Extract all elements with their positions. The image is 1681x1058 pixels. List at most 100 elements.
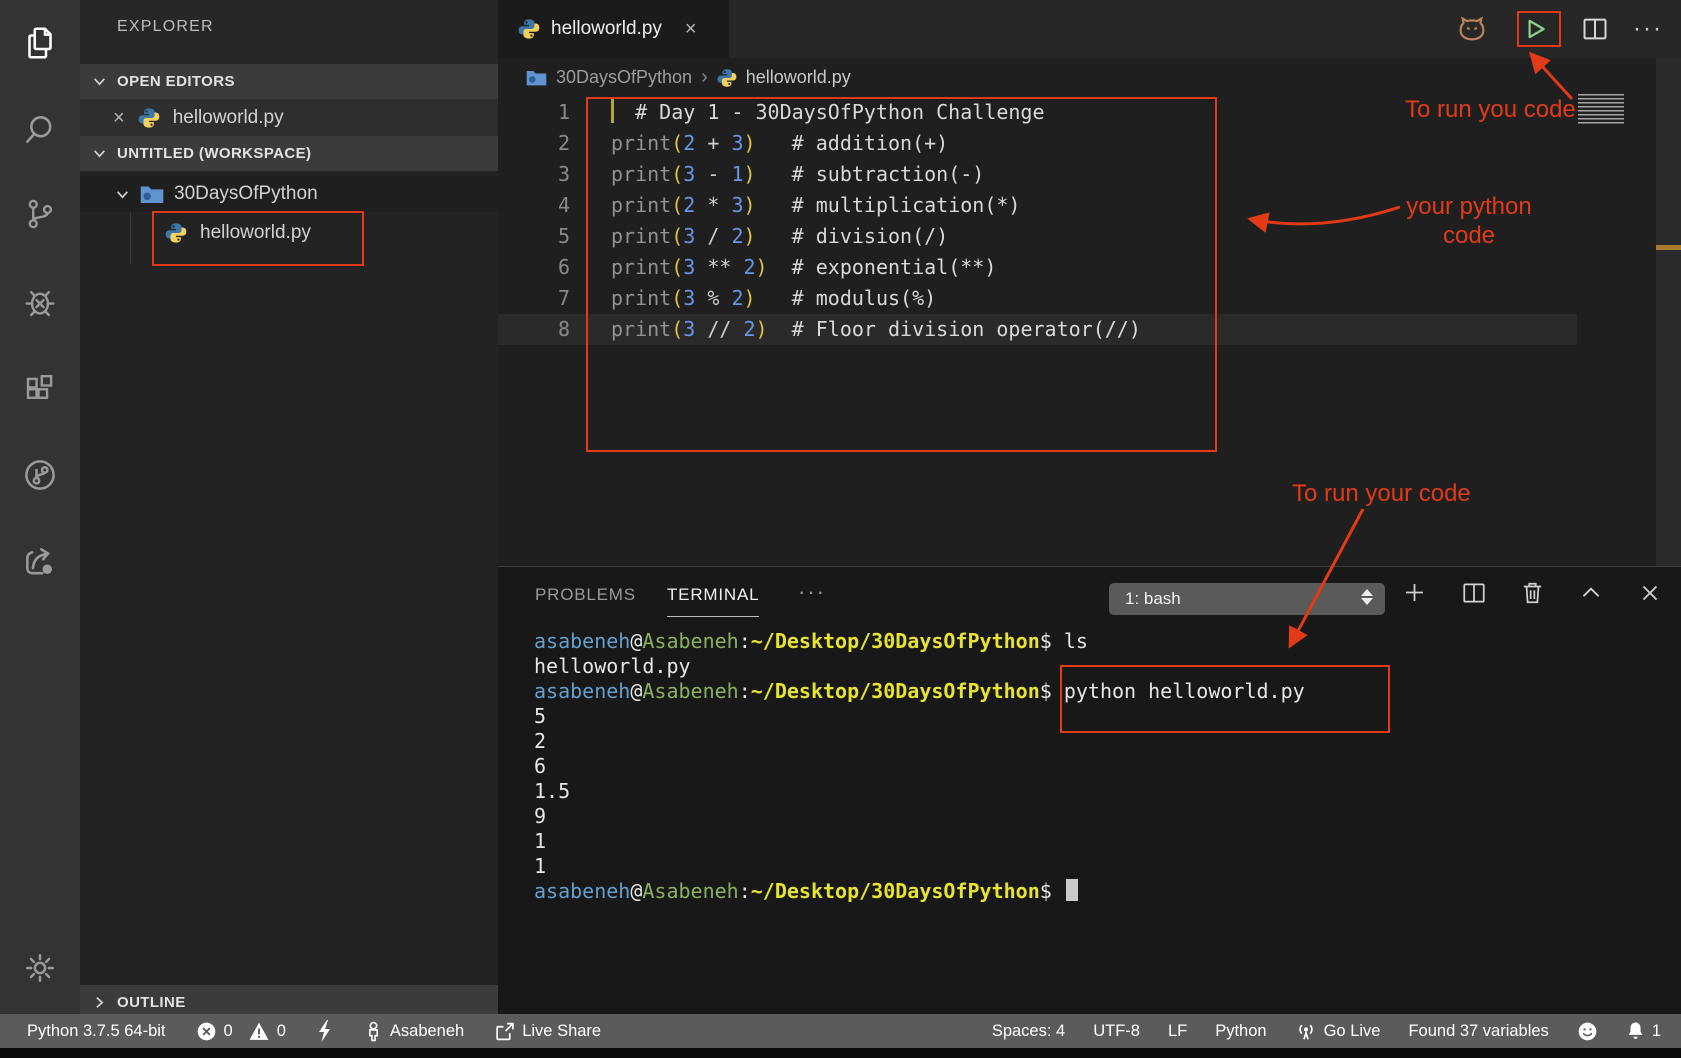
- file-tree: [80, 172, 498, 985]
- close-editor-icon[interactable]: ×: [113, 108, 125, 128]
- line-number: 5: [498, 221, 570, 252]
- terminal-line-3: asabeneh@Asabeneh:~/Desktop/30DaysOfPyth…: [534, 679, 1305, 704]
- source-control-icon[interactable]: [0, 180, 80, 248]
- go-live-item[interactable]: Go Live: [1295, 1020, 1381, 1042]
- code-line-2: 2print(2 + 3) # addition(+): [498, 128, 1577, 159]
- lightning-icon: [316, 1020, 334, 1042]
- person-icon: [364, 1021, 383, 1042]
- terminal-line-4: 5: [534, 704, 1305, 729]
- breadcrumb-file[interactable]: helloworld.py: [746, 67, 851, 88]
- explorer-icon[interactable]: [0, 9, 80, 77]
- code-line-1: 1 # Day 1 - 30DaysOfPython Challenge: [498, 97, 1577, 128]
- new-terminal-icon[interactable]: [1401, 579, 1428, 606]
- chevron-down-icon: [92, 74, 107, 89]
- more-actions-icon[interactable]: ···: [1633, 24, 1663, 34]
- spaces-item[interactable]: Spaces: 4: [992, 1022, 1065, 1041]
- code-line-7: 7print(3 % 2) # modulus(%): [498, 283, 1577, 314]
- terminal-cursor: [1066, 879, 1078, 901]
- history-icon[interactable]: [0, 441, 80, 509]
- error-icon: [196, 1021, 217, 1042]
- split-editor-icon[interactable]: [1581, 16, 1609, 42]
- tab-bar: helloworld.py × ···: [498, 0, 1681, 58]
- chevron-down-icon: [92, 146, 107, 161]
- debug-icon[interactable]: [0, 268, 80, 336]
- kill-terminal-trash-icon[interactable]: [1520, 580, 1545, 606]
- settings-gear-icon[interactable]: [0, 934, 80, 1002]
- tree-file-helloworld[interactable]: helloworld.py: [80, 215, 498, 251]
- workspace-header[interactable]: UNTITLED (WORKSPACE): [80, 136, 498, 171]
- folder-icon: [526, 69, 547, 86]
- terminal-line-11: asabeneh@Asabeneh:~/Desktop/30DaysOfPyth…: [534, 879, 1305, 904]
- extensions-icon[interactable]: [0, 356, 80, 424]
- select-arrows-icon: [1361, 589, 1373, 605]
- smiley-icon: [1577, 1021, 1598, 1042]
- close-panel-icon[interactable]: [1637, 580, 1663, 606]
- breadcrumb: 30DaysOfPython › helloworld.py: [498, 58, 1681, 97]
- live-share-icon: [494, 1021, 515, 1042]
- problems-item[interactable]: 0 0: [196, 1021, 286, 1042]
- open-editor-item-helloworld[interactable]: × helloworld.py: [80, 99, 498, 136]
- line-number: 8: [498, 314, 570, 345]
- python-icon: [518, 18, 540, 40]
- tab-label: helloworld.py: [551, 18, 662, 40]
- bottom-black-strip: [0, 1048, 1681, 1058]
- code-line-3: 3print(3 - 1) # subtraction(-): [498, 159, 1577, 190]
- tab-close-icon[interactable]: ×: [685, 19, 697, 39]
- encoding-item[interactable]: UTF-8: [1093, 1022, 1140, 1041]
- panel-more-icon[interactable]: ···: [798, 579, 826, 605]
- status-bar: Python 3.7.5 64-bit 0 0 Asabeneh Live Sh…: [0, 1014, 1681, 1048]
- tab-helloworld[interactable]: helloworld.py ×: [498, 0, 729, 58]
- tab-problems[interactable]: PROBLEMS: [535, 585, 636, 605]
- activity-bar: [0, 0, 80, 1014]
- run-play-icon: [1522, 16, 1548, 42]
- tab-terminal[interactable]: TERMINAL: [667, 585, 759, 605]
- split-terminal-icon[interactable]: [1461, 581, 1487, 605]
- notifications-item[interactable]: 1: [1626, 1021, 1661, 1042]
- files-icon: [22, 25, 58, 61]
- code-line-4: 4print(2 * 3) # multiplication(*): [498, 190, 1577, 221]
- live-share-item[interactable]: Live Share: [494, 1021, 601, 1042]
- line-number: 7: [498, 283, 570, 314]
- warning-count: 0: [277, 1022, 286, 1041]
- cat-icon[interactable]: [1455, 14, 1489, 44]
- tree-file-label: helloworld.py: [200, 222, 311, 244]
- explorer-sidebar: EXPLORER OPEN EDITORS × helloworld.py UN…: [80, 0, 498, 1014]
- maximize-panel-chevron-icon[interactable]: [1578, 580, 1604, 606]
- python-icon: [138, 107, 160, 129]
- tree-folder-30daysofpython[interactable]: 30DaysOfPython: [80, 176, 498, 212]
- broadcast-icon: [1295, 1020, 1317, 1042]
- chevron-right-icon: [92, 995, 107, 1010]
- bell-icon: [1626, 1021, 1645, 1042]
- terminal-line-2: helloworld.py: [534, 654, 1305, 679]
- account-item[interactable]: Asabeneh: [364, 1021, 464, 1042]
- line-number: 4: [498, 190, 570, 221]
- language-item[interactable]: Python: [1215, 1022, 1266, 1041]
- editor-scrollbar[interactable]: [1656, 58, 1681, 566]
- lightning-item[interactable]: [316, 1020, 334, 1042]
- python-interpreter-item[interactable]: Python 3.7.5 64-bit: [27, 1022, 166, 1041]
- breadcrumb-folder[interactable]: 30DaysOfPython: [556, 67, 692, 88]
- terminal-line-7: 1.5: [534, 779, 1305, 804]
- account-label: Asabeneh: [390, 1022, 464, 1041]
- editor-group: helloworld.py × ···: [498, 0, 1681, 566]
- variables-item[interactable]: Found 37 variables: [1408, 1022, 1548, 1041]
- minimap[interactable]: [1578, 94, 1624, 124]
- terminal-output[interactable]: asabeneh@Asabeneh:~/Desktop/30DaysOfPyth…: [534, 629, 1305, 904]
- code-line-8: 8print(3 // 2) # Floor division operator…: [498, 314, 1577, 345]
- open-editors-header[interactable]: OPEN EDITORS: [80, 64, 498, 99]
- terminal-shell-select[interactable]: 1: bash: [1109, 583, 1385, 615]
- terminal-line-10: 1: [534, 854, 1305, 879]
- python-icon: [165, 222, 187, 244]
- search-icon[interactable]: [0, 95, 80, 163]
- code-line-6: 6print(3 ** 2) # exponential(**): [498, 252, 1577, 283]
- open-editors-label: OPEN EDITORS: [117, 73, 235, 90]
- eol-item[interactable]: LF: [1168, 1022, 1187, 1041]
- feedback-item[interactable]: [1577, 1021, 1598, 1042]
- line-number: 1: [498, 97, 570, 128]
- live-share-activity-icon[interactable]: [0, 527, 80, 595]
- run-button[interactable]: [1513, 11, 1557, 47]
- code-line-5: 5print(3 / 2) # division(/): [498, 221, 1577, 252]
- notification-count: 1: [1652, 1022, 1661, 1041]
- folder-icon: [140, 184, 164, 204]
- code-editor[interactable]: 1 # Day 1 - 30DaysOfPython Challenge2pri…: [498, 97, 1577, 345]
